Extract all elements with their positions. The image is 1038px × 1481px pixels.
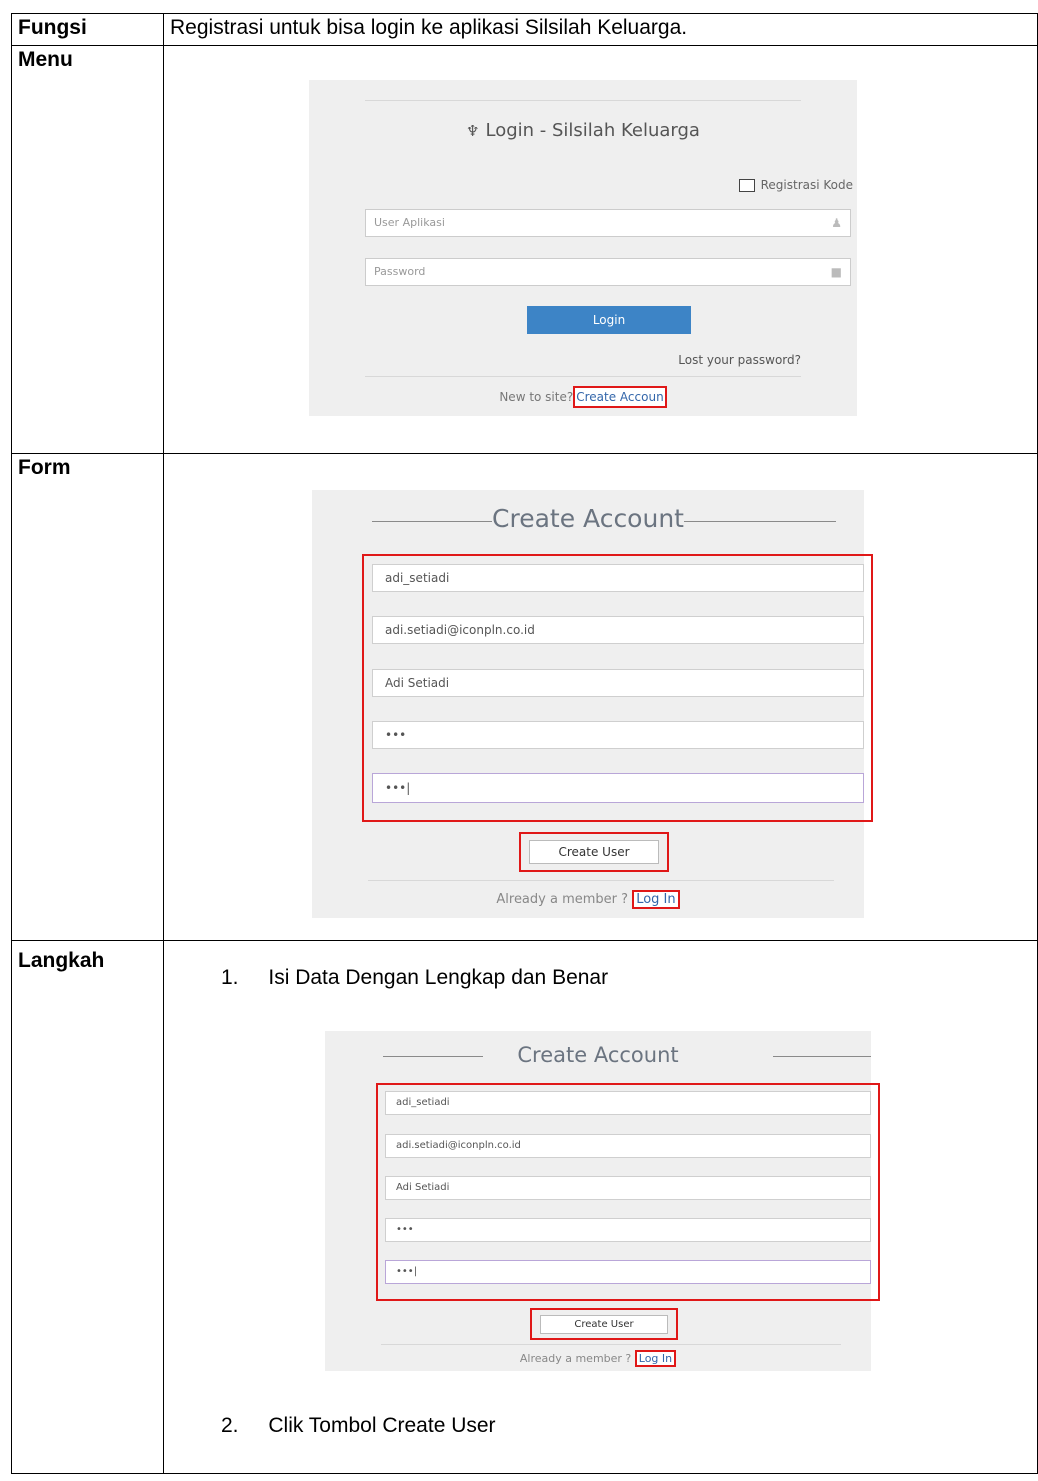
confirm-password-input-small[interactable]: •••| <box>385 1260 871 1284</box>
row-fungsi: Fungsi Registrasi untuk bisa login ke ap… <box>11 13 1038 46</box>
create-user-button[interactable]: Create User <box>529 840 659 864</box>
already-member-text-small: Already a member ? Log In <box>325 1350 871 1367</box>
registrasi-kode-option[interactable]: Registrasi Kode <box>738 178 853 192</box>
user-aplikasi-placeholder: User Aplikasi <box>374 216 445 229</box>
username-input-small[interactable]: adi_setiadi <box>385 1091 871 1115</box>
password-input[interactable]: ••• <box>372 721 864 749</box>
create-account-title: Create Account <box>492 504 684 533</box>
password-field[interactable]: Password ■ <box>365 258 851 286</box>
step-2-number: 2. <box>221 1414 239 1437</box>
username-input[interactable]: adi_setiadi <box>372 564 864 592</box>
login-link-small[interactable]: Log In <box>634 1350 677 1367</box>
login-top-divider <box>365 100 801 101</box>
create-account-title-small: Create Account <box>517 1043 679 1067</box>
create-account-link[interactable]: Create Accoun <box>573 386 667 408</box>
email-input[interactable]: adi.setiadi@iconpln.co.id <box>372 616 864 644</box>
registrasi-kode-label: Registrasi Kode <box>760 178 853 192</box>
fungsi-text-cell: Registrasi untuk bisa login ke aplikasi … <box>163 13 1038 46</box>
label-fungsi: Fungsi <box>11 13 164 46</box>
form-divider <box>368 880 834 881</box>
label-menu: Menu <box>11 45 164 454</box>
step-2: 2. Clik Tombol Create User <box>221 1414 496 1438</box>
bottom-divider <box>365 376 801 377</box>
header-line-right <box>684 521 836 522</box>
langkah-divider <box>381 1344 841 1345</box>
step-1-text: Isi Data Dengan Lengkap dan Benar <box>268 966 609 989</box>
create-account-screenshot-form: Create Account adi_setiadi adi.setiadi@i… <box>312 490 873 918</box>
label-form: Form <box>11 453 164 941</box>
password-field-placeholder: Password <box>374 265 426 278</box>
user-aplikasi-field[interactable]: User Aplikasi ♟ <box>365 209 851 237</box>
email-input-small[interactable]: adi.setiadi@iconpln.co.id <box>385 1134 871 1158</box>
step-2-text: Clik Tombol Create User <box>268 1414 496 1437</box>
login-link[interactable]: Log In <box>632 890 680 909</box>
label-langkah: Langkah <box>11 940 164 1474</box>
lost-password-link[interactable]: Lost your password? <box>678 353 801 367</box>
login-button[interactable]: Login <box>527 306 691 334</box>
password-input-small[interactable]: ••• <box>385 1218 871 1242</box>
login-screenshot-full: ♆ Login - Silsilah Keluarga Registrasi Ko… <box>309 80 857 416</box>
full-name-input[interactable]: Adi Setiadi <box>372 669 864 697</box>
step-1-number: 1. <box>221 966 239 989</box>
create-user-highlight: Create User <box>519 832 669 872</box>
tree-icon: ♆ <box>466 122 480 140</box>
new-to-site-text: New to site? Create Accoun <box>309 386 857 408</box>
user-icon: ♟ <box>831 216 842 230</box>
create-user-button-small[interactable]: Create User <box>540 1315 668 1334</box>
already-member-text: Already a member ? Log In <box>312 890 864 909</box>
fungsi-text: Registrasi untuk bisa login ke aplikasi … <box>170 16 688 39</box>
create-user-highlight-small: Create User <box>530 1308 678 1340</box>
header-line-right <box>773 1056 871 1057</box>
checkbox-icon[interactable] <box>738 179 755 192</box>
lock-icon: ■ <box>830 265 842 279</box>
full-name-input-small[interactable]: Adi Setiadi <box>385 1176 871 1200</box>
confirm-password-input[interactable]: •••| <box>372 773 864 803</box>
step-1: 1. Isi Data Dengan Lengkap dan Benar <box>221 966 608 990</box>
login-title-full: ♆ Login - Silsilah Keluarga <box>466 120 700 141</box>
create-account-screenshot-langkah: Create Account adi_setiadi adi.setiadi@i… <box>325 1031 880 1371</box>
